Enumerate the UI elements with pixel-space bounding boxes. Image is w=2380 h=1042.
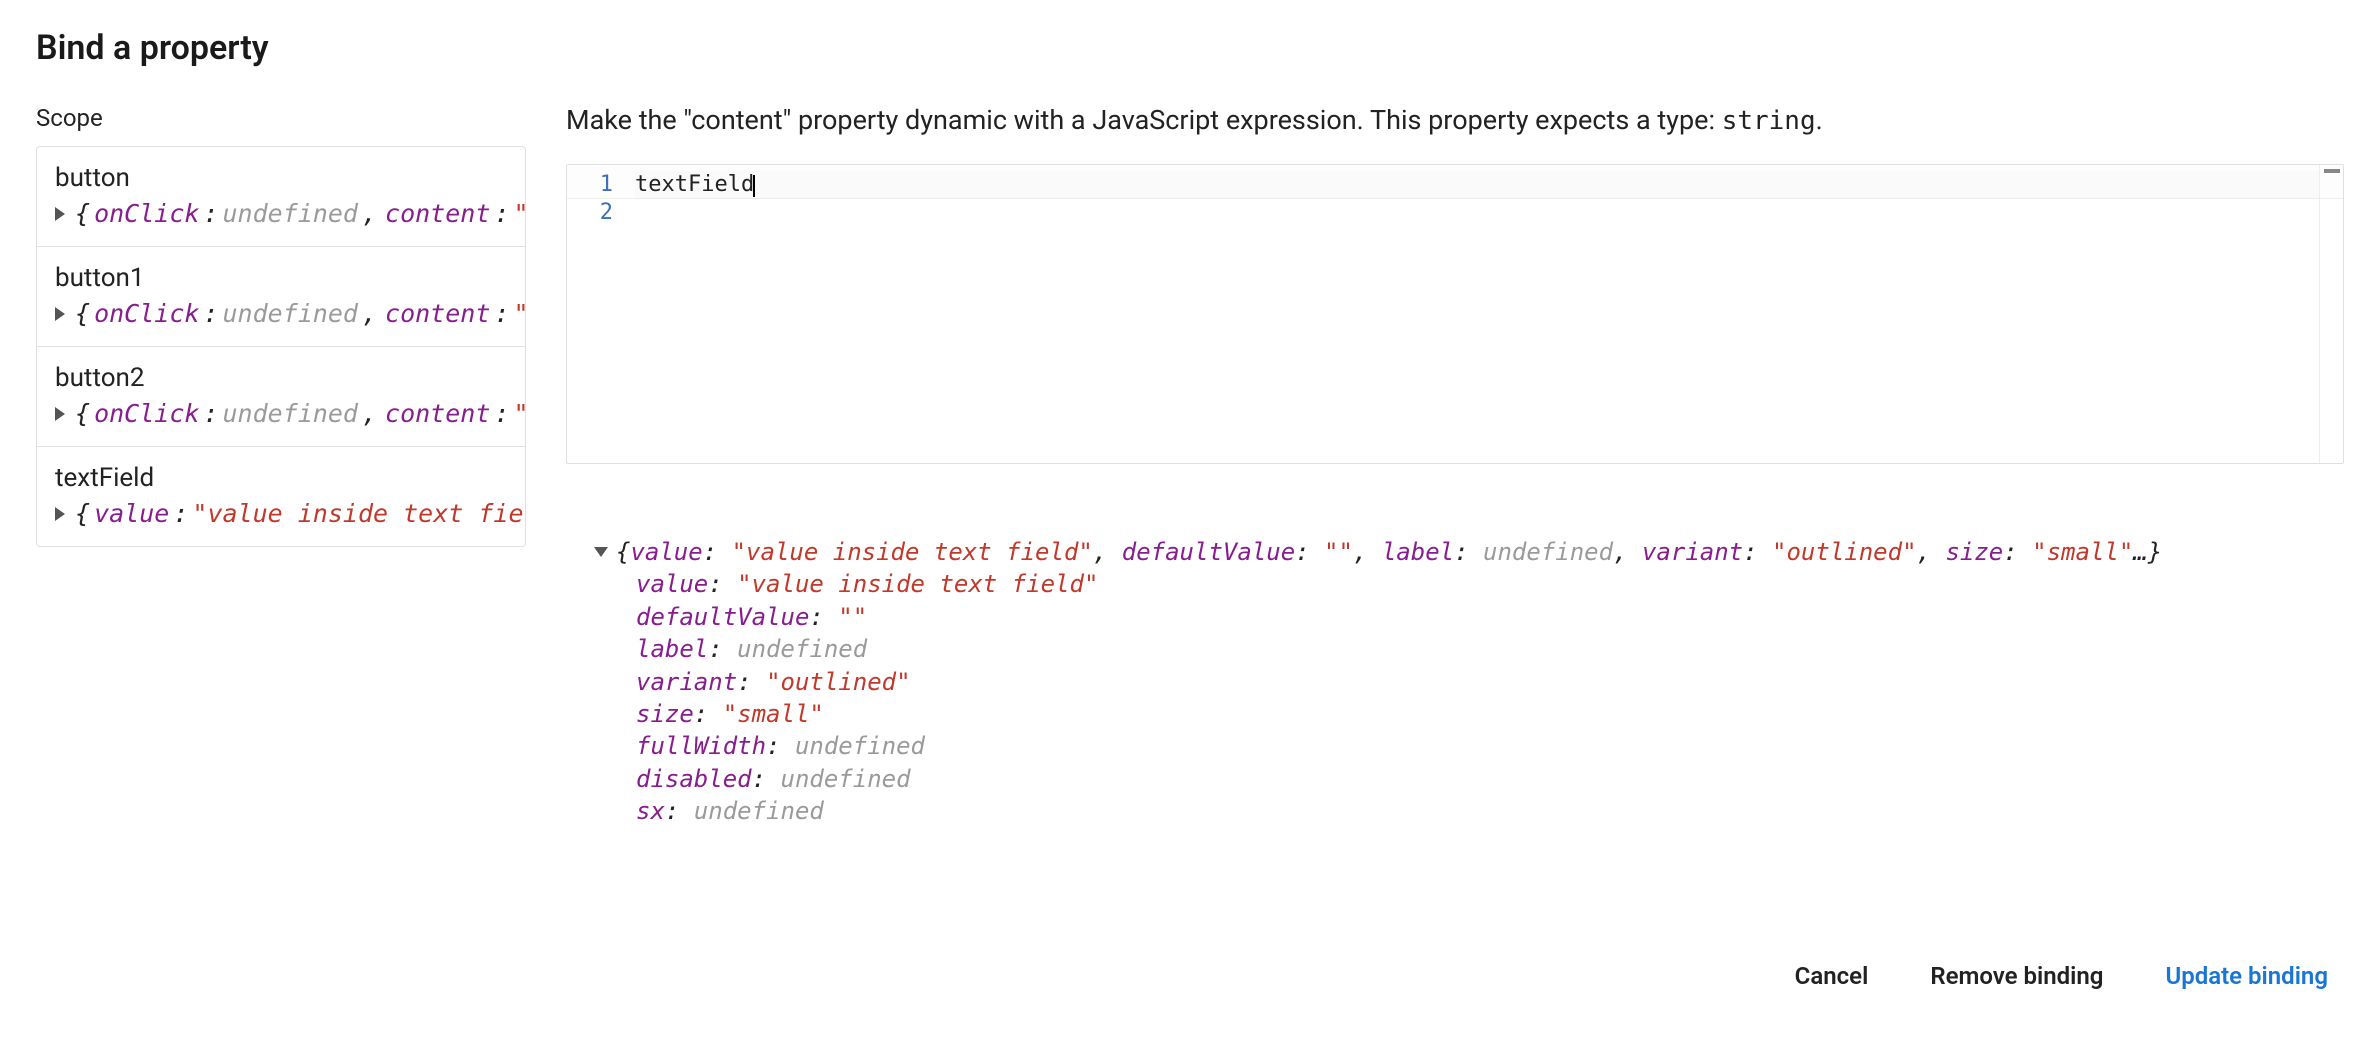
editor-gutter: 1 2	[567, 165, 625, 463]
scope-item-textField[interactable]: textField {value: "value inside text fiel…	[37, 447, 525, 546]
scope-list: button{onClick: undefined, content: "but…	[36, 146, 526, 547]
scope-label: Scope	[36, 104, 526, 132]
scope-item-button2[interactable]: button2 {onClick: undefined, content: "	[37, 347, 525, 447]
chevron-right-icon[interactable]	[55, 407, 65, 421]
minimap-thumb	[2324, 169, 2340, 173]
result-summary: {value: "value inside text field", defau…	[616, 536, 2162, 568]
scope-item-name: button	[55, 163, 507, 193]
scope-item-preview: {onClick: undefined, content: "	[55, 199, 507, 228]
code-editor[interactable]: 1 2 textField	[566, 164, 2344, 464]
result-property-row: value: "value inside text field"	[636, 568, 2344, 600]
instruction-text: Make the "content" property dynamic with…	[566, 104, 1722, 136]
result-property-row: variant: "outlined"	[636, 666, 2344, 698]
chevron-right-icon[interactable]	[55, 507, 65, 521]
text-cursor	[753, 175, 755, 197]
result-property-row: defaultValue: ""	[636, 601, 2344, 633]
evaluation-result: {value: "value inside text field", defau…	[594, 536, 2344, 828]
scope-item-preview: {value: "value inside text field",	[55, 499, 507, 528]
dialog-title: Bind a property	[36, 28, 2344, 68]
scope-item-preview: {onClick: undefined, content: "	[55, 299, 507, 328]
dialog-body: Scope button {onClick: undefined, content…	[36, 104, 2344, 828]
result-property-row: disabled: undefined	[636, 763, 2344, 795]
result-property-row: sx: undefined	[636, 795, 2344, 827]
expected-type: string	[1722, 106, 1816, 136]
editor-minimap[interactable]	[2319, 165, 2343, 463]
binding-instruction: Make the "content" property dynamic with…	[566, 104, 2344, 136]
result-property-row: label: undefined	[636, 633, 2344, 665]
instruction-post: .	[1816, 104, 1823, 136]
cancel-button[interactable]: Cancel	[1791, 954, 1873, 998]
line-number: 2	[567, 199, 613, 227]
scope-panel: Scope button {onClick: undefined, content…	[36, 104, 526, 547]
scope-item-name: button2	[55, 363, 507, 393]
scope-item-preview: {onClick: undefined, content: "	[55, 399, 507, 428]
result-property-row: size: "small"	[636, 698, 2344, 730]
scope-item-name: textField	[55, 463, 507, 493]
chevron-down-icon[interactable]	[594, 547, 608, 557]
code-text: textField	[635, 172, 754, 197]
remove-binding-button[interactable]: Remove binding	[1926, 954, 2107, 998]
editor-panel: Make the "content" property dynamic with…	[566, 104, 2344, 828]
chevron-right-icon[interactable]	[55, 307, 65, 321]
chevron-right-icon[interactable]	[55, 207, 65, 221]
scope-item-name: button1	[55, 263, 507, 293]
dialog-actions: Cancel Remove binding Update binding	[1791, 954, 2332, 998]
code-area[interactable]: textField	[625, 165, 2319, 463]
line-number: 1	[567, 171, 613, 199]
result-summary-row[interactable]: {value: "value inside text field", defau…	[594, 536, 2344, 568]
update-binding-button[interactable]: Update binding	[2161, 954, 2332, 998]
scope-item-button[interactable]: button {onClick: undefined, content: "	[37, 147, 525, 247]
scope-item-button1[interactable]: button1 {onClick: undefined, content: "	[37, 247, 525, 347]
result-property-row: fullWidth: undefined	[636, 730, 2344, 762]
